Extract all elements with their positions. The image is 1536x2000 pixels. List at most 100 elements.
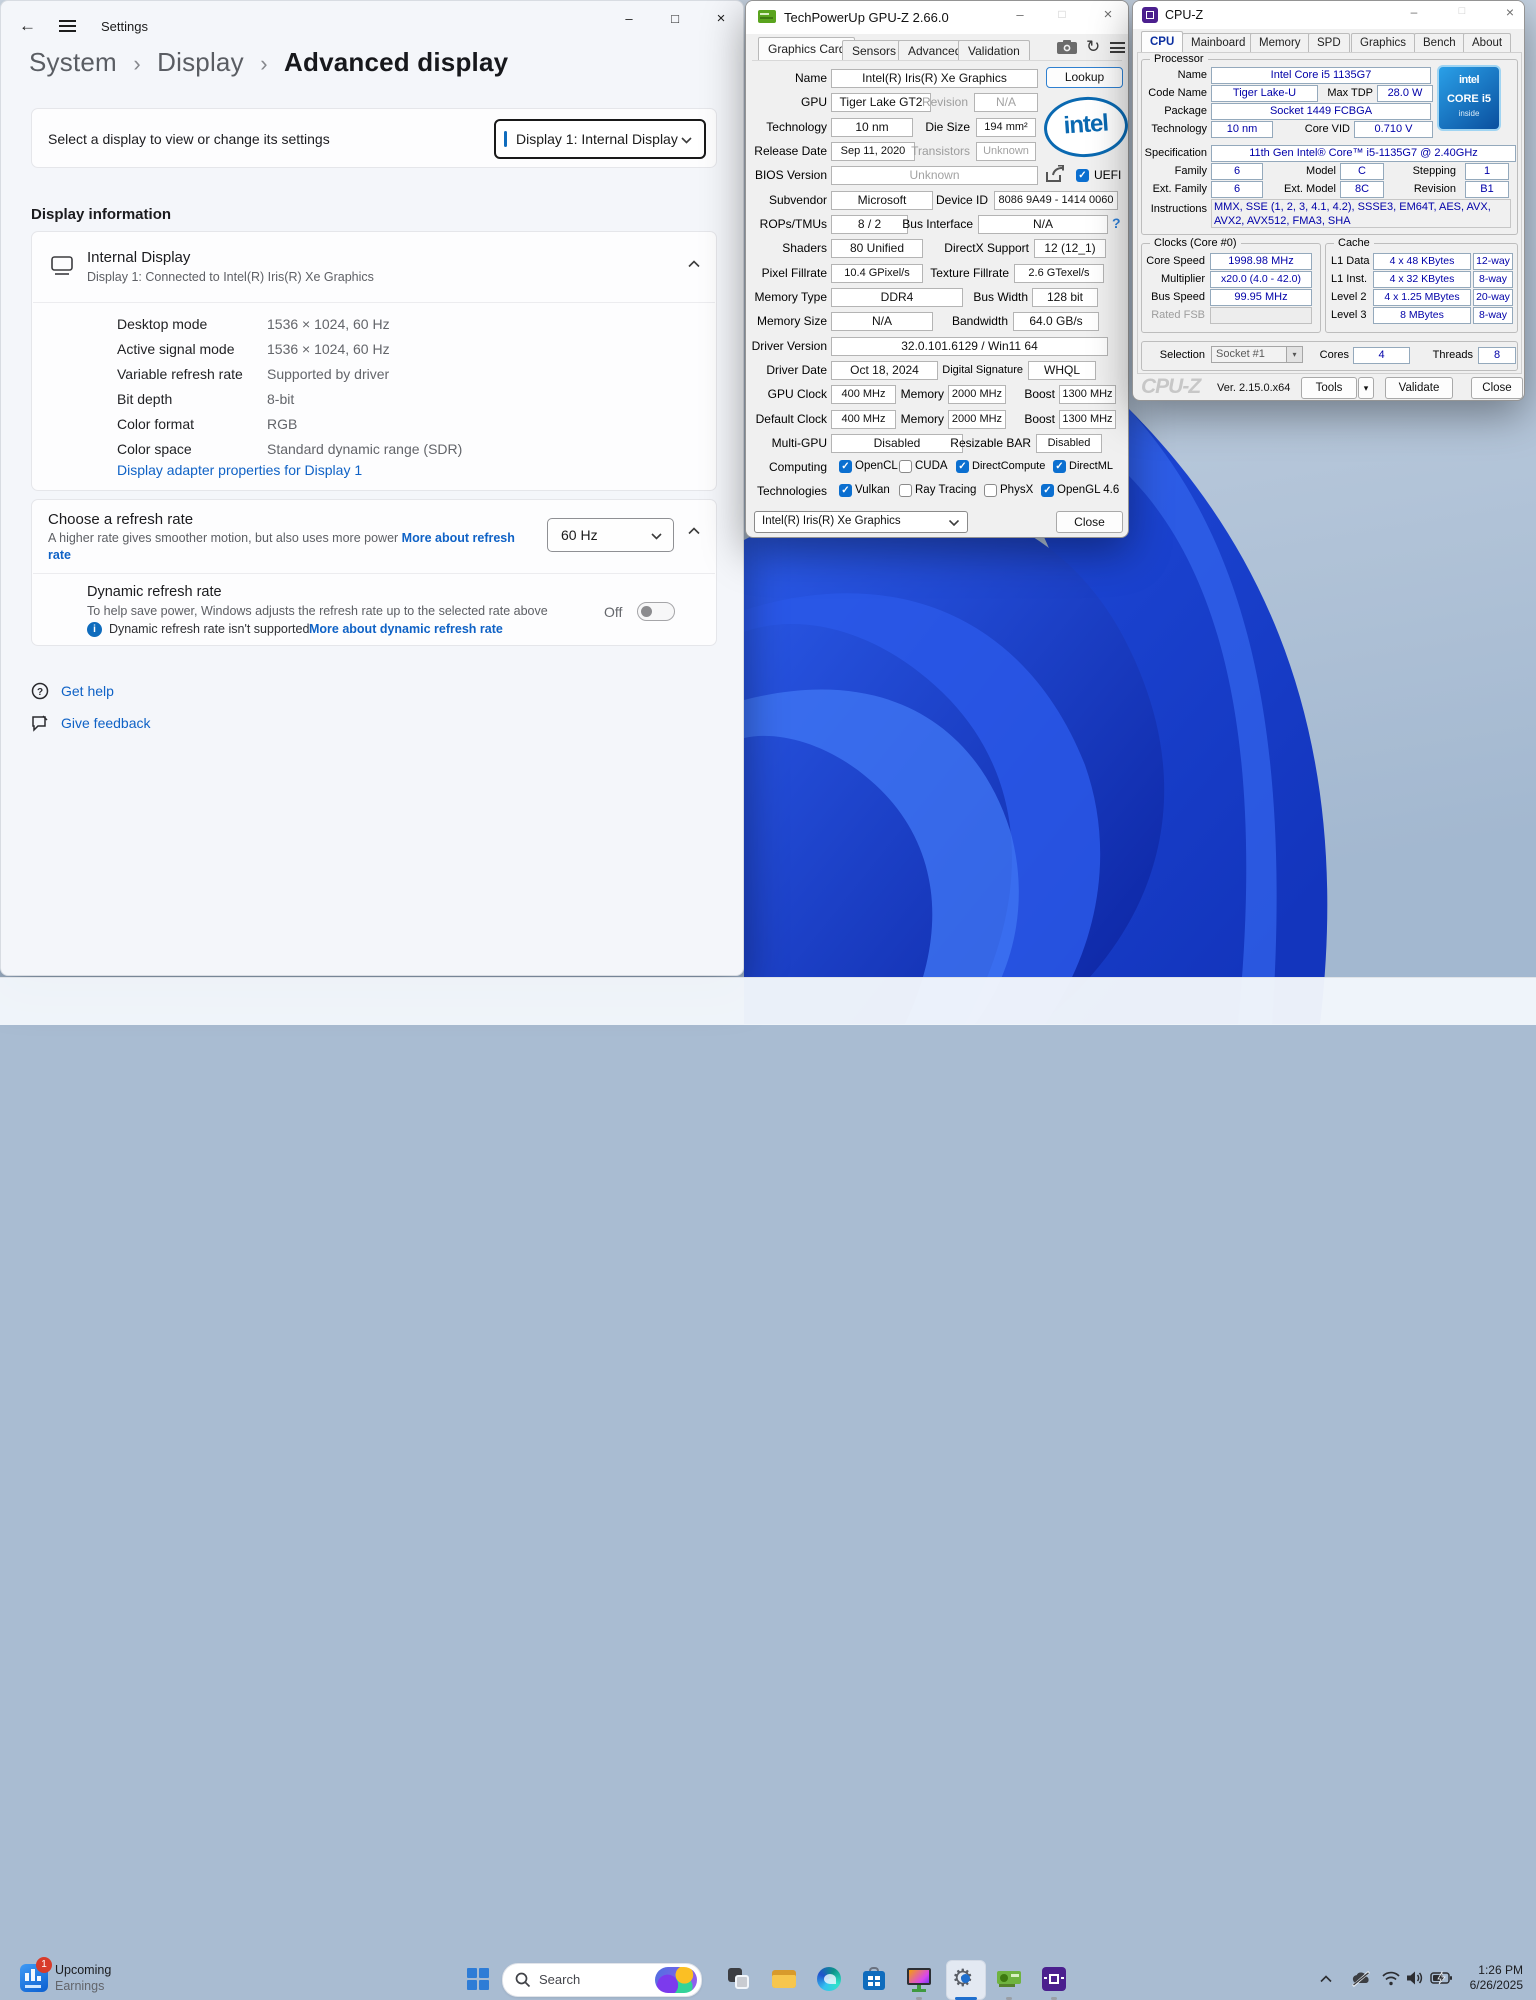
tab-bench[interactable]: Bench — [1414, 33, 1465, 53]
tab-spd[interactable]: SPD — [1308, 33, 1350, 53]
tab-sensors[interactable]: Sensors — [842, 40, 907, 61]
edge-browser-icon[interactable] — [816, 1966, 842, 1992]
chevron-up-icon[interactable] — [688, 260, 700, 268]
multi-gpu-field: Disabled — [831, 434, 963, 453]
minimize-button[interactable]: – — [616, 7, 642, 31]
wifi-icon[interactable] — [1381, 1970, 1401, 1986]
tab-memory[interactable]: Memory — [1250, 33, 1310, 53]
section-heading: Display information — [31, 206, 172, 223]
back-button[interactable]: ← — [19, 17, 36, 34]
close-button[interactable]: × — [1499, 4, 1521, 20]
close-button[interactable]: × — [708, 7, 734, 31]
physx-checkbox[interactable] — [984, 484, 997, 497]
code-name-field: Tiger Lake-U — [1211, 85, 1318, 102]
hwinfo-app-icon[interactable] — [906, 1966, 932, 1992]
field-label: Memory Type — [754, 290, 827, 304]
close-button[interactable]: × — [1096, 6, 1120, 23]
field-label: Pixel Fillrate — [761, 266, 827, 280]
minimize-button[interactable]: – — [1008, 7, 1032, 22]
validate-button[interactable]: Validate — [1385, 377, 1453, 399]
cpuz-window: CPU-Z – □ × CPU Mainboard Memory SPD Gra… — [1132, 0, 1525, 401]
uefi-checkbox[interactable]: ✓ — [1076, 169, 1089, 182]
onedrive-cloud-slash-icon[interactable] — [1350, 1970, 1372, 1988]
field-label: L1 Data — [1331, 255, 1370, 267]
gpuz-close-button[interactable]: Close — [1056, 511, 1123, 533]
display-adapter-properties-link[interactable]: Display adapter properties for Display 1 — [117, 462, 362, 478]
cuda-checkbox[interactable] — [899, 460, 912, 473]
field-label: Technology — [1151, 123, 1207, 135]
more-about-dynamic-refresh-link[interactable]: More about dynamic refresh rate — [309, 622, 503, 636]
refresh-icon[interactable]: ↻ — [1086, 37, 1100, 57]
gpu-clock-boost-field: 1300 MHz — [1059, 385, 1116, 404]
start-button[interactable] — [465, 1966, 491, 1992]
l3-field: 8 MBytes — [1373, 307, 1471, 324]
field-label: L1 Inst. — [1331, 273, 1368, 285]
info-label: Bit depth — [117, 391, 173, 407]
ray-tracing-checkbox[interactable] — [899, 484, 912, 497]
notification-badge: 1 — [36, 1957, 52, 1973]
tab-graphics[interactable]: Graphics — [1351, 33, 1416, 53]
tools-dropdown-button[interactable]: ▾ — [1358, 377, 1374, 399]
memory-size-field: N/A — [831, 312, 933, 331]
field-label: Memory Size — [756, 314, 827, 328]
tray-chevron-up-icon[interactable] — [1320, 1975, 1332, 1983]
breadcrumb-system[interactable]: System — [29, 47, 117, 77]
file-explorer-icon[interactable] — [771, 1966, 797, 1992]
chevron-down-icon — [651, 533, 662, 540]
display-select-dropdown[interactable]: Display 1: Internal Display — [494, 119, 706, 159]
socket-select[interactable]: Socket #1 ▾ — [1211, 346, 1303, 363]
package-field: Socket 1449 FCBGA — [1211, 103, 1431, 120]
search-icon — [515, 1972, 531, 1988]
field-label: Memory — [900, 387, 944, 401]
stepping-field: 1 — [1465, 163, 1509, 180]
cpu-name-field: Intel Core i5 1135G7 — [1211, 67, 1431, 84]
menu-icon[interactable] — [1110, 42, 1125, 53]
tab-mainboard[interactable]: Mainboard — [1182, 33, 1255, 53]
task-view-button[interactable] — [726, 1966, 752, 1992]
clock[interactable]: 1:26 PM 6/26/2025 — [1455, 1963, 1523, 1993]
battery-charging-icon[interactable] — [1430, 1971, 1452, 1985]
field-label: Max TDP — [1327, 87, 1373, 99]
vulkan-checkbox[interactable]: ✓ — [839, 484, 852, 497]
field-label: Technology — [766, 120, 827, 134]
give-feedback-link[interactable]: Give feedback — [61, 715, 151, 731]
l2-way-field: 20-way — [1473, 289, 1513, 306]
screenshot-camera-icon[interactable] — [1056, 39, 1078, 55]
cpuz-taskbar-icon[interactable] — [1041, 1966, 1067, 1992]
lookup-button[interactable]: Lookup — [1046, 67, 1123, 88]
nav-menu-icon[interactable] — [59, 20, 76, 32]
get-help-link[interactable]: Get help — [61, 683, 114, 699]
chevron-up-icon[interactable] — [688, 527, 700, 535]
gpu-name-field: Intel(R) Iris(R) Xe Graphics — [831, 69, 1038, 88]
help-icon[interactable]: ? — [1112, 215, 1121, 231]
directcompute-checkbox[interactable]: ✓ — [956, 460, 969, 473]
window-title: Settings — [101, 19, 148, 34]
directml-checkbox[interactable]: ✓ — [1053, 460, 1066, 473]
tools-button[interactable]: Tools — [1301, 377, 1357, 399]
maximize-button[interactable]: □ — [662, 7, 688, 31]
share-icon[interactable] — [1044, 165, 1066, 184]
settings-app-icon[interactable]: ⚙ — [952, 1965, 978, 1992]
widgets-button[interactable]: 1 Upcoming Earnings — [14, 1957, 134, 1997]
cpuz-close-button[interactable]: Close — [1471, 377, 1523, 399]
refresh-rate-dropdown[interactable]: 60 Hz — [547, 518, 674, 552]
l1-inst-way-field: 8-way — [1473, 271, 1513, 288]
field-label: Die Size — [925, 120, 970, 134]
tab-cpu[interactable]: CPU — [1141, 31, 1184, 53]
tab-validation[interactable]: Validation — [958, 40, 1030, 61]
opencl-checkbox[interactable]: ✓ — [839, 460, 852, 473]
focus-accent-bar — [504, 131, 507, 147]
volume-icon[interactable] — [1406, 1970, 1424, 1986]
gpu-device-select[interactable]: Intel(R) Iris(R) Xe Graphics — [754, 511, 968, 533]
dynamic-refresh-toggle[interactable] — [637, 602, 675, 621]
tab-graphics-card[interactable]: Graphics Card — [758, 37, 856, 61]
opengl-checkbox[interactable]: ✓ — [1041, 484, 1054, 497]
breadcrumb-display[interactable]: Display — [157, 47, 244, 77]
minimize-button[interactable]: – — [1403, 5, 1425, 19]
gpuz-taskbar-icon[interactable] — [996, 1966, 1022, 1992]
search-box[interactable]: Search — [502, 1963, 702, 1997]
microsoft-store-icon[interactable] — [861, 1966, 887, 1992]
tab-about[interactable]: About — [1463, 33, 1512, 53]
info-value: 1536 × 1024, 60 Hz — [267, 316, 390, 332]
l3-way-field: 8-way — [1473, 307, 1513, 324]
